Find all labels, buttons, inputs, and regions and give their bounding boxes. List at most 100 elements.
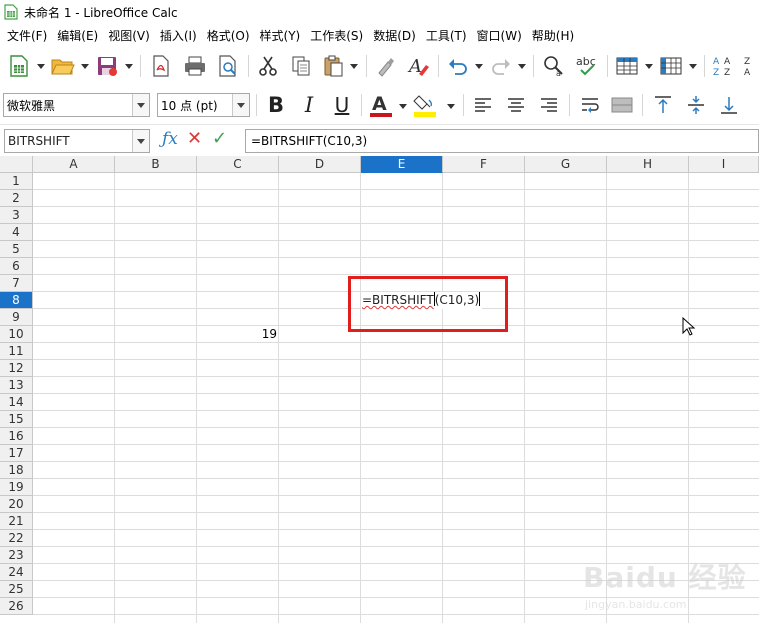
spreadsheet-grid[interactable]: A B C D E F G H I 1 2 3 4 5 6 7 8 9 10 11 12 13 14 15 1… [0, 156, 759, 623]
save-dropdown-icon[interactable] [124, 60, 134, 72]
row-header-19[interactable]: 19 [0, 479, 33, 496]
row-header-14[interactable]: 14 [0, 394, 33, 411]
clone-formatting-icon[interactable] [371, 51, 401, 81]
row-header-18[interactable]: 18 [0, 462, 33, 479]
formula-input[interactable]: =BITRSHIFT(C10,3) [245, 129, 759, 153]
font-name-dropdown-icon[interactable] [132, 94, 149, 116]
align-left-icon[interactable] [468, 90, 498, 120]
row-header-11[interactable]: 11 [0, 343, 33, 360]
undo-dropdown-icon[interactable] [474, 60, 484, 72]
row-header-8[interactable]: 8 [0, 292, 33, 309]
menu-styles[interactable]: 样式(Y) [255, 27, 306, 44]
menu-format[interactable]: 格式(O) [202, 27, 255, 44]
row-header-26[interactable]: 26 [0, 598, 33, 615]
bold-button[interactable]: B [261, 90, 291, 120]
row-header-7[interactable]: 7 [0, 275, 33, 292]
row-header-25[interactable]: 25 [0, 581, 33, 598]
row-header-6[interactable]: 6 [0, 258, 33, 275]
merge-cells-icon[interactable] [607, 90, 637, 120]
clear-formatting-icon[interactable]: A [404, 51, 434, 81]
row-header-9[interactable]: 9 [0, 309, 33, 326]
menu-file[interactable]: 文件(F) [2, 27, 52, 44]
row-header-2[interactable]: 2 [0, 190, 33, 207]
row-header-20[interactable]: 20 [0, 496, 33, 513]
align-bottom-icon[interactable] [714, 90, 744, 120]
font-size-dropdown-icon[interactable] [232, 94, 249, 116]
column-header-h[interactable]: H [607, 156, 689, 173]
menu-help[interactable]: 帮助(H) [527, 27, 579, 44]
row-header-10[interactable]: 10 [0, 326, 33, 343]
cell-c10[interactable]: 19 [197, 326, 277, 343]
redo-icon[interactable] [486, 51, 516, 81]
column-header-f[interactable]: F [443, 156, 525, 173]
name-box[interactable]: BITRSHIFT [4, 129, 150, 153]
column-header-e[interactable]: E [361, 156, 443, 173]
cut-icon[interactable] [253, 51, 283, 81]
menu-tools[interactable]: 工具(T) [421, 27, 472, 44]
row-header-17[interactable]: 17 [0, 445, 33, 462]
align-center-icon[interactable] [501, 90, 531, 120]
sort-descending-icon[interactable]: ZA [740, 51, 759, 81]
row-header-12[interactable]: 12 [0, 360, 33, 377]
italic-button[interactable]: I [294, 90, 324, 120]
column-header-b[interactable]: B [115, 156, 197, 173]
menu-insert[interactable]: 插入(I) [155, 27, 202, 44]
menu-view[interactable]: 视图(V) [103, 27, 155, 44]
undo-icon[interactable] [443, 51, 473, 81]
print-preview-icon[interactable] [213, 51, 243, 81]
column-icon[interactable] [656, 51, 686, 81]
font-color-dropdown-icon[interactable] [398, 100, 408, 112]
redo-dropdown-icon[interactable] [517, 60, 527, 72]
column-header-g[interactable]: G [525, 156, 607, 173]
sort-ascending-icon[interactable]: AZAZ [709, 51, 739, 81]
new-dropdown-icon[interactable] [36, 60, 46, 72]
function-wizard-icon[interactable]: ƒx [162, 129, 178, 149]
center-vertically-icon[interactable] [681, 90, 711, 120]
column-header-i[interactable]: I [689, 156, 759, 173]
row-header-24[interactable]: 24 [0, 564, 33, 581]
underline-button[interactable]: U [327, 90, 357, 120]
cancel-icon[interactable]: ✕ [187, 128, 202, 149]
row-header-21[interactable]: 21 [0, 513, 33, 530]
row-header-15[interactable]: 15 [0, 411, 33, 428]
menu-window[interactable]: 窗口(W) [472, 27, 527, 44]
new-document-icon[interactable] [4, 51, 34, 81]
open-dropdown-icon[interactable] [80, 60, 90, 72]
row-header-22[interactable]: 22 [0, 530, 33, 547]
select-all-corner[interactable] [0, 156, 33, 173]
font-size-box[interactable]: 10 点 (pt) [157, 93, 250, 117]
row-header-5[interactable]: 5 [0, 241, 33, 258]
row-header-13[interactable]: 13 [0, 377, 33, 394]
row-icon[interactable] [612, 51, 642, 81]
export-pdf-icon[interactable] [146, 51, 176, 81]
font-color-button[interactable]: A [366, 90, 396, 120]
row-dropdown-icon[interactable] [644, 60, 654, 72]
align-top-icon[interactable] [648, 90, 678, 120]
name-box-dropdown-icon[interactable] [132, 130, 149, 152]
highlight-dropdown-icon[interactable] [446, 100, 456, 112]
copy-icon[interactable] [286, 51, 316, 81]
open-folder-icon[interactable] [48, 51, 78, 81]
column-header-c[interactable]: C [197, 156, 279, 173]
wrap-text-icon[interactable] [575, 90, 605, 120]
accept-icon[interactable]: ✓ [212, 128, 227, 149]
column-header-a[interactable]: A [33, 156, 115, 173]
font-name-box[interactable]: 微软雅黑 [3, 93, 150, 117]
save-icon[interactable] [92, 51, 122, 81]
row-header-3[interactable]: 3 [0, 207, 33, 224]
row-header-1[interactable]: 1 [0, 173, 33, 190]
menu-edit[interactable]: 编辑(E) [52, 27, 103, 44]
menu-data[interactable]: 数据(D) [368, 27, 421, 44]
print-icon[interactable] [180, 51, 210, 81]
menu-sheet[interactable]: 工作表(S) [305, 27, 368, 44]
row-header-16[interactable]: 16 [0, 428, 33, 445]
find-replace-icon[interactable]: a [539, 51, 569, 81]
column-dropdown-icon[interactable] [688, 60, 698, 72]
align-right-icon[interactable] [534, 90, 564, 120]
paste-dropdown-icon[interactable] [349, 60, 359, 72]
spelling-icon[interactable]: abc [573, 51, 603, 81]
paste-icon[interactable] [318, 51, 348, 81]
row-header-4[interactable]: 4 [0, 224, 33, 241]
row-header-23[interactable]: 23 [0, 547, 33, 564]
column-header-d[interactable]: D [279, 156, 361, 173]
